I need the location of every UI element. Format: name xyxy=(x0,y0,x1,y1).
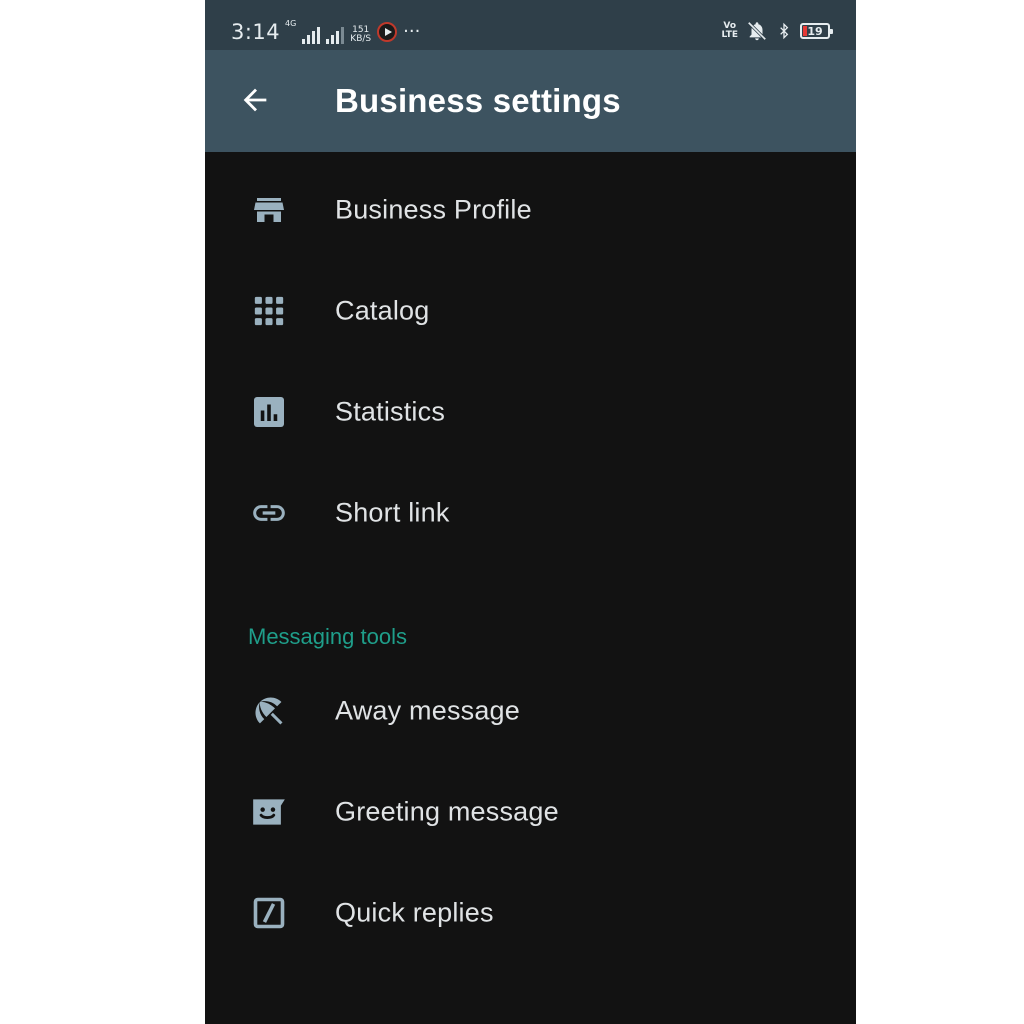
grid-dots-icon xyxy=(249,291,289,331)
bell-muted-icon xyxy=(747,21,767,41)
more-notifications-icon: ··· xyxy=(403,21,421,42)
status-left-icons: 4G 151 KB/S ··· xyxy=(285,20,420,44)
page-title: Business settings xyxy=(335,82,621,119)
link-icon xyxy=(249,493,289,533)
phone-screen: 3:14 4G 151 KB/S ··· Vo LTE 19 Business … xyxy=(205,0,856,1024)
quick-reply-icon xyxy=(249,893,289,933)
status-bar: 3:14 4G 151 KB/S ··· Vo LTE 19 xyxy=(205,0,856,50)
network-speed-unit: KB/S xyxy=(350,34,372,44)
menu-item-away-message[interactable]: Away message xyxy=(205,661,856,761)
section-header-messaging-tools: Messaging tools xyxy=(248,624,407,649)
menu-item-catalog[interactable]: Catalog xyxy=(205,261,856,361)
storefront-icon xyxy=(249,190,289,230)
app-bar: Business settings xyxy=(205,50,856,152)
menu-item-quick-replies[interactable]: Quick replies xyxy=(205,863,856,963)
greeting-icon xyxy=(249,792,289,832)
volte-icon: Vo LTE xyxy=(721,22,738,40)
battery-icon: 19 xyxy=(800,23,833,39)
menu-item-label: Statistics xyxy=(335,396,446,427)
bar-chart-icon xyxy=(249,392,289,432)
menu-item-label: Away message xyxy=(335,695,520,726)
menu-item-label: Short link xyxy=(335,497,450,528)
status-right-icons: Vo LTE 19 xyxy=(721,20,833,42)
umbrella-icon xyxy=(249,691,289,731)
menu-item-label: Greeting message xyxy=(335,796,559,827)
menu-item-greeting-message[interactable]: Greeting message xyxy=(205,762,856,862)
network-type-label: 4G xyxy=(285,19,297,28)
menu-item-label: Business Profile xyxy=(335,194,532,225)
arrow-left-icon xyxy=(243,88,267,112)
network-speed: 151 KB/S xyxy=(350,26,371,44)
bluetooth-icon xyxy=(780,22,789,40)
menu-item-label: Quick replies xyxy=(335,897,494,928)
media-notification-icon xyxy=(377,22,398,42)
menu-item-business-profile[interactable]: Business Profile xyxy=(205,160,856,260)
signal-secondary-icon xyxy=(326,26,345,44)
menu-item-statistics[interactable]: Statistics xyxy=(205,362,856,462)
back-button[interactable] xyxy=(235,80,275,120)
battery-level: 19 xyxy=(807,24,823,38)
menu-item-label: Catalog xyxy=(335,295,430,326)
signal-icon xyxy=(302,26,321,44)
volte-bottom: LTE xyxy=(721,30,738,40)
status-time: 3:14 xyxy=(231,20,281,44)
menu-item-short-link[interactable]: Short link xyxy=(205,463,856,563)
